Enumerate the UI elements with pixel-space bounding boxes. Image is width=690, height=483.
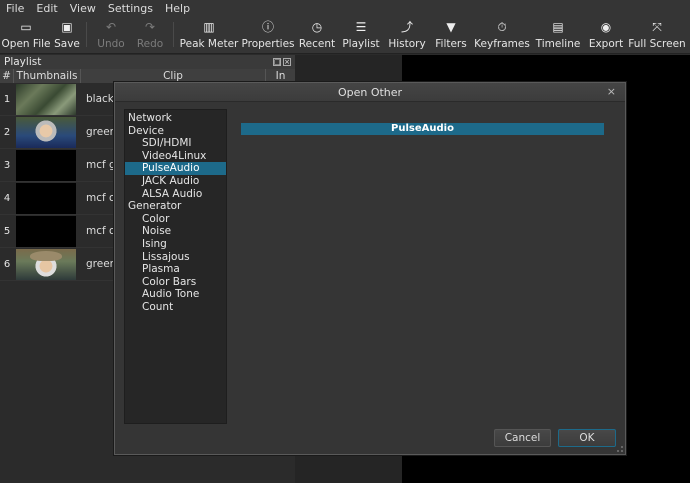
dialog-title: Open Other (337, 85, 403, 99)
open-file-icon: ▭ (20, 20, 32, 34)
save-button[interactable]: ▣ Save (52, 16, 82, 53)
menu-view[interactable]: View (64, 2, 102, 15)
toolbar-label: Peak Meter (179, 38, 239, 50)
selected-source-header: PulseAudio (241, 123, 604, 135)
playlist-icon: ☰ (355, 20, 367, 34)
column-header-clip[interactable]: Clip (81, 69, 266, 83)
source-tree: Network Device SDI/HDMI Video4Linux PulseAud… (124, 109, 227, 424)
full-screen-icon: ⤧ (652, 20, 662, 34)
menu-file[interactable]: File (0, 2, 30, 15)
clip-thumbnail (16, 149, 76, 181)
tree-item-network[interactable]: Network (125, 112, 226, 125)
toolbar-separator (173, 22, 174, 47)
toolbar-label: Undo (97, 38, 125, 50)
column-header-number[interactable]: # (0, 69, 14, 83)
cancel-button[interactable]: Cancel (494, 429, 551, 447)
redo-icon: ↷ (144, 20, 156, 34)
peak-meter-button[interactable]: ▥ Peak Meter (178, 16, 240, 53)
playlist-title-bar: Playlist □ × (0, 55, 295, 69)
column-header-thumbnails[interactable]: Thumbnails (14, 69, 81, 83)
toolbar-label: Playlist (342, 38, 380, 50)
close-panel-icon[interactable]: × (283, 58, 291, 66)
filters-button[interactable]: ▼ Filters (430, 16, 472, 53)
tree-item-noise[interactable]: Noise (125, 225, 226, 238)
ok-button-label: OK (579, 432, 595, 444)
tree-item-lissajous[interactable]: Lissajous (125, 251, 226, 264)
toolbar-label: Full Screen (628, 38, 686, 50)
recent-icon: ◷ (311, 20, 323, 34)
peak-meter-icon: ▥ (203, 20, 215, 34)
dialog-title-bar: Open Other × (115, 83, 625, 102)
playlist-title: Playlist (4, 56, 42, 68)
clip-thumbnail (16, 83, 76, 115)
row-number: 3 (3, 159, 11, 171)
clip-thumbnail (16, 215, 76, 247)
menu-edit[interactable]: Edit (30, 2, 63, 15)
tree-item-plasma[interactable]: Plasma (125, 263, 226, 276)
undo-icon: ↶ (105, 20, 117, 34)
toolbar-label: Recent (298, 38, 336, 50)
keyframes-icon: ⏱ (497, 20, 507, 34)
history-button[interactable]: ⤴ History (384, 16, 430, 53)
toolbar-label: Export (588, 38, 624, 50)
redo-button[interactable]: ↷ Redo (131, 16, 169, 53)
clip-thumbnail (16, 182, 76, 214)
timeline-icon: ▤ (552, 20, 564, 34)
timeline-button[interactable]: ▤ Timeline (532, 16, 584, 53)
export-icon: ◉ (600, 20, 612, 34)
menu-help[interactable]: Help (159, 2, 196, 15)
properties-button[interactable]: ⓘ Properties (240, 16, 296, 53)
close-icon[interactable]: × (607, 85, 616, 98)
row-number: 1 (3, 93, 11, 105)
keyframes-button[interactable]: ⏱ Keyframes (472, 16, 532, 53)
toolbar-label: History (388, 38, 426, 50)
tree-item-alsa-audio[interactable]: ALSA Audio (125, 188, 226, 201)
toolbar-label: Save (54, 38, 80, 50)
tree-item-pulseaudio[interactable]: PulseAudio (125, 162, 226, 175)
full-screen-button[interactable]: ⤧ Full Screen (628, 16, 686, 53)
toolbar-label: Redo (136, 38, 164, 50)
open-file-button[interactable]: ▭ Open File (0, 16, 52, 53)
row-number: 2 (3, 126, 11, 138)
tree-item-device[interactable]: Device (125, 125, 226, 138)
export-button[interactable]: ◉ Export (584, 16, 628, 53)
toolbar-separator (86, 22, 87, 47)
menu-bar: File Edit View Settings Help (0, 0, 690, 16)
properties-icon: ⓘ (261, 20, 274, 34)
row-number: 6 (3, 258, 11, 270)
tree-item-generator[interactable]: Generator (125, 200, 226, 213)
toolbar-label: Timeline (535, 38, 581, 50)
row-number: 4 (3, 192, 11, 204)
tree-item-video4linux[interactable]: Video4Linux (125, 150, 226, 163)
ok-button[interactable]: OK (558, 429, 616, 447)
toolbar-label: Keyframes (474, 38, 530, 50)
save-icon: ▣ (61, 20, 73, 34)
clip-thumbnail (16, 116, 76, 148)
undo-button[interactable]: ↶ Undo (91, 16, 131, 53)
filters-icon: ▼ (446, 20, 456, 34)
playlist-button[interactable]: ☰ Playlist (338, 16, 384, 53)
clip-thumbnail (16, 248, 76, 280)
history-icon: ⤴ (400, 20, 413, 34)
toolbar-label: Open File (1, 38, 51, 50)
recent-button[interactable]: ◷ Recent (296, 16, 338, 53)
resize-grip[interactable] (617, 446, 623, 452)
open-other-dialog: Open Other × Network Device SDI/HDMI Video4… (114, 82, 626, 455)
row-number: 5 (3, 225, 11, 237)
tree-item-jack-audio[interactable]: JACK Audio (125, 175, 226, 188)
main-toolbar: ▭ Open File ▣ Save ↶ Undo ↷ Redo ▥ Peak Meter ⓘ Pro… (0, 16, 690, 54)
float-panel-icon[interactable]: □ (273, 58, 281, 66)
playlist-header: # Thumbnails Clip In (0, 69, 295, 83)
tree-item-color[interactable]: Color (125, 213, 226, 226)
toolbar-label: Properties (241, 38, 295, 50)
cancel-button-label: Cancel (504, 432, 541, 444)
tree-item-audio-tone[interactable]: Audio Tone (125, 288, 226, 301)
menu-settings[interactable]: Settings (102, 2, 159, 15)
column-header-in[interactable]: In (266, 69, 295, 83)
toolbar-label: Filters (435, 38, 467, 50)
tree-item-ising[interactable]: Ising (125, 238, 226, 251)
tree-item-color-bars[interactable]: Color Bars (125, 276, 226, 289)
tree-item-count[interactable]: Count (125, 301, 226, 314)
tree-item-sdi-hdmi[interactable]: SDI/HDMI (125, 137, 226, 150)
